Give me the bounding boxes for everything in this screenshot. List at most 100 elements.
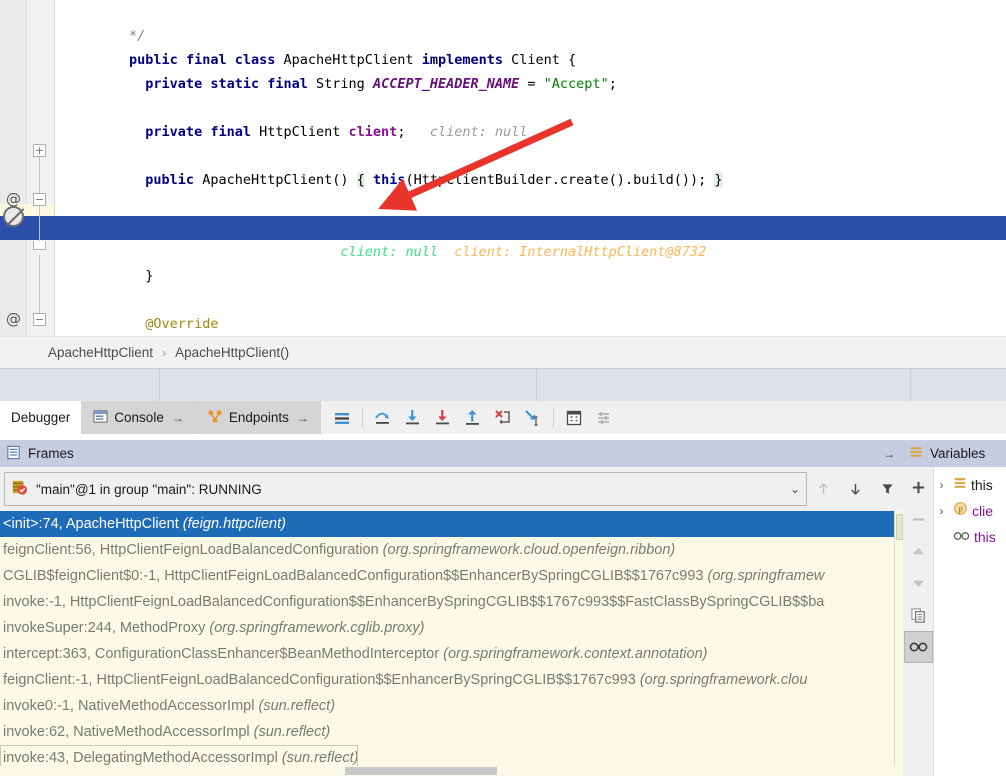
breadcrumb[interactable]: ApacheHttpClient › ApacheHttpClient() [0, 336, 1006, 368]
thread-selector-label: "main"@1 in group "main": RUNNING [36, 481, 262, 497]
frame-package: (sun.reflect) [281, 750, 359, 766]
code-line-comment-end[interactable]: */ [0, 0, 1006, 44]
variable-row-client[interactable]: › p clie [934, 498, 1006, 524]
tab-endpoints[interactable]: Endpoints → [195, 401, 321, 434]
code-line-field-client[interactable]: private final HttpClient client; client:… [0, 96, 1006, 140]
detach-endpoints-icon[interactable]: → [297, 411, 309, 425]
code-line-ctor-default[interactable]: public ApacheHttpClient() { this(HttpCli… [0, 144, 1006, 188]
step-into-button[interactable] [398, 402, 428, 434]
frame-row[interactable]: intercept:363, ConfigurationClassEnhance… [0, 641, 894, 667]
move-down-button[interactable] [904, 567, 933, 599]
frames-panel-header[interactable]: Frames → [0, 440, 903, 467]
frame-row[interactable]: feignClient:-1, HttpClientFeignLoadBalan… [0, 667, 894, 693]
override-marker-icon-2[interactable]: @ [2, 307, 25, 331]
evaluate-expression-button[interactable] [559, 402, 589, 434]
frames-horizontal-scrollbar[interactable] [0, 766, 903, 776]
code-line-execute-method[interactable]: public Response execute(Request request,… [0, 312, 1006, 336]
variable-name: this [974, 529, 996, 545]
code-token-const-accept: ACCEPT_HEADER_NAME [372, 76, 520, 92]
breadcrumb-item-method[interactable]: ApacheHttpClient() [175, 345, 289, 360]
code-token-build: build() [633, 172, 690, 188]
variables-toolbar[interactable] [903, 467, 934, 776]
drop-frame-button[interactable] [488, 402, 518, 434]
frames-up-button[interactable] [807, 467, 839, 511]
remove-watch-button[interactable] [904, 503, 933, 535]
force-step-into-button[interactable] [428, 402, 458, 434]
code-line-class-decl[interactable]: public final class ApacheHttpClient impl… [0, 24, 1006, 68]
run-to-cursor-button[interactable] [518, 402, 548, 434]
fold-expand-icon[interactable]: + [33, 144, 46, 157]
toolbar-separator-2 [552, 407, 554, 428]
frames-icon [6, 445, 21, 463]
svg-text:p: p [958, 504, 962, 514]
code-editor[interactable]: */ public final class ApacheHttpClient i… [0, 0, 1006, 336]
code-lines[interactable]: */ public final class ApacheHttpClient i… [0, 0, 1006, 336]
chevron-right-icon-2[interactable]: › [934, 498, 949, 524]
code-token-static: static [210, 76, 260, 92]
variable-row-this-ref[interactable]: this [934, 524, 1006, 550]
strip-cell-4 [911, 369, 1006, 401]
thread-selector-row[interactable]: "main"@1 in group "main": RUNNING ⌄ [0, 467, 903, 511]
variables-icon [909, 445, 923, 462]
detach-console-icon[interactable]: → [172, 411, 184, 425]
frames-vertical-scrollbar-thumb[interactable] [896, 514, 903, 540]
debugger-toolbar[interactable] [321, 401, 619, 434]
code-token-this: this [372, 172, 406, 188]
frames-list[interactable]: <init>:74, ApacheHttpClient (feign.httpc… [0, 511, 894, 776]
code-line-ctor-param[interactable]: public ApacheHttpClient(HttpClient clien… [0, 192, 1006, 236]
variable-name: clie [972, 503, 994, 519]
code-line-accept-const[interactable]: private static final String ACCEPT_HEADE… [0, 48, 1006, 92]
code-token-final2: final [267, 76, 308, 92]
debugger-toolwindow-header[interactable]: Debugger Console → Endpoints → [0, 401, 1006, 434]
hide-frames-panel-icon[interactable]: → [883, 447, 895, 461]
frames-tools[interactable] [807, 467, 903, 511]
step-over-button[interactable] [368, 402, 398, 434]
frame-package: (org.springframework.cloud.openfeign.rib… [382, 542, 676, 558]
frames-vertical-scrollbar[interactable] [894, 511, 903, 776]
code-line-override-annotation[interactable]: @Override [0, 288, 1006, 332]
chevron-down-icon[interactable]: ⌄ [790, 482, 800, 496]
breadcrumb-separator-icon: › [162, 345, 167, 360]
fold-collapse-icon[interactable]: − [33, 193, 46, 206]
tab-console[interactable]: Console → [82, 401, 196, 434]
move-up-button[interactable] [904, 535, 933, 567]
thread-selector-combobox[interactable]: "main"@1 in group "main": RUNNING ⌄ [4, 472, 807, 506]
disabled-breakpoint-icon[interactable] [3, 206, 24, 227]
frame-method: intercept:363, ConfigurationClassEnhance… [3, 646, 440, 662]
variables-panel-header[interactable]: Variables [903, 440, 1006, 467]
frame-package: (org.springframework.clou [639, 672, 808, 688]
frames-horizontal-scrollbar-thumb[interactable] [345, 767, 497, 775]
step-out-button[interactable] [458, 402, 488, 434]
frames-title: Frames [28, 446, 74, 461]
frame-package: (org.springframew [707, 568, 825, 584]
frame-package: (sun.reflect) [258, 698, 336, 714]
frames-panel[interactable]: "main"@1 in group "main": RUNNING ⌄ <ini… [0, 467, 903, 776]
frame-row[interactable]: invoke0:-1, NativeMethodAccessorImpl (su… [0, 693, 894, 719]
frame-row[interactable]: <init>:74, ApacheHttpClient (feign.httpc… [0, 511, 894, 537]
variables-tree[interactable]: › this › p clie this [934, 467, 1006, 776]
code-line-ctor-close[interactable]: } [0, 240, 1006, 284]
fold-region-end-icon[interactable] [33, 241, 46, 250]
add-watch-button[interactable] [904, 471, 933, 503]
frame-row[interactable]: invoke:-1, HttpClientFeignLoadBalancedCo… [0, 589, 894, 615]
object-icon [953, 472, 967, 498]
copy-value-button[interactable] [904, 599, 933, 631]
code-line-current-execution[interactable]: this.client = client; client: null clien… [0, 216, 1006, 260]
tab-debugger-label: Debugger [11, 410, 71, 425]
inspect-button[interactable] [903, 631, 933, 663]
frame-row[interactable]: invoke:62, NativeMethodAccessorImpl (sun… [0, 719, 894, 745]
frames-filter-button[interactable] [871, 467, 903, 511]
breadcrumb-item-class[interactable]: ApacheHttpClient [48, 345, 153, 360]
show-execution-point-button[interactable] [327, 402, 357, 434]
frames-down-button[interactable] [839, 467, 871, 511]
frame-row[interactable]: feignClient:56, HttpClientFeignLoadBalan… [0, 537, 894, 563]
variables-panel[interactable]: › this › p clie this [903, 467, 1006, 776]
frame-row[interactable]: CGLIB$feignClient$0:-1, HttpClientFeignL… [0, 563, 894, 589]
chevron-right-icon[interactable]: › [934, 472, 949, 498]
frame-package: (sun.reflect) [253, 724, 331, 740]
layout-settings-button[interactable] [589, 402, 619, 434]
frame-row[interactable]: invokeSuper:244, MethodProxy (org.spring… [0, 615, 894, 641]
variable-row-this[interactable]: › this [934, 472, 1006, 498]
tab-debugger[interactable]: Debugger [0, 401, 83, 434]
fold-collapse-icon-2[interactable]: − [33, 313, 46, 326]
